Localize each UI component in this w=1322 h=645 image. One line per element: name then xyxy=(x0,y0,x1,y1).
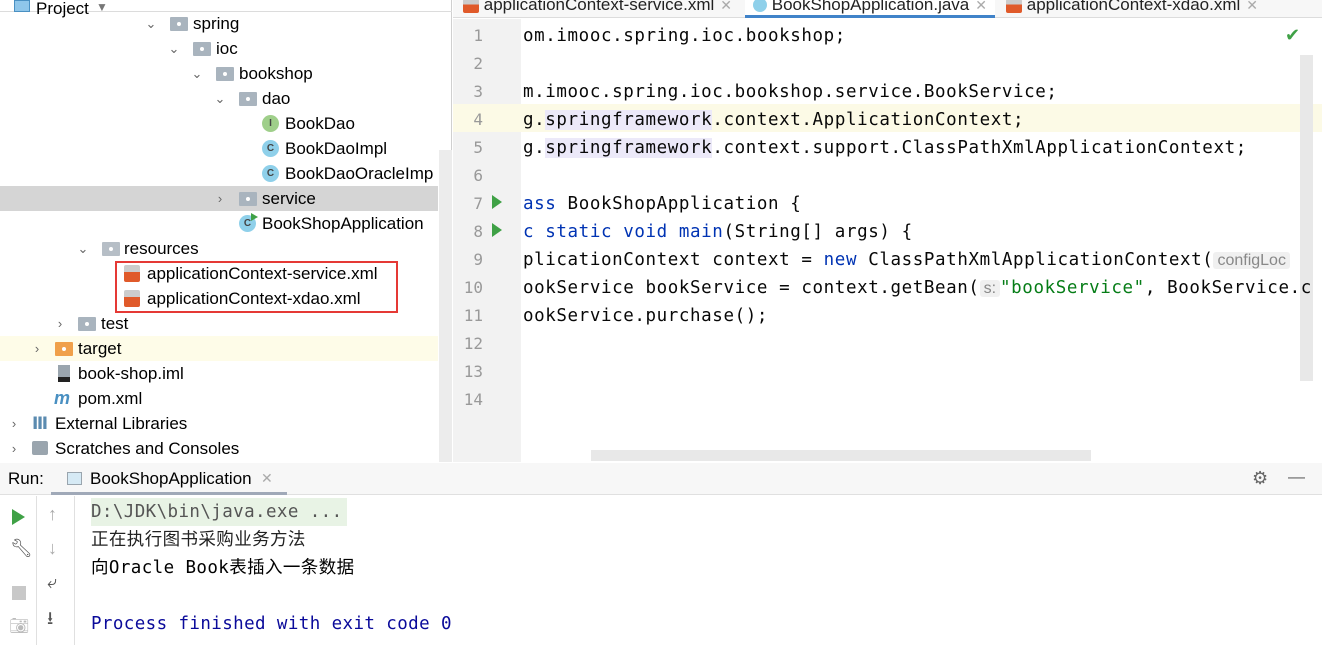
soft-wrap-icon[interactable]: ⤶ xyxy=(47,572,57,593)
tree-item-bookdaoimpl[interactable]: C BookDaoImpl xyxy=(0,136,438,161)
expand-all-icon[interactable]: ⇊ xyxy=(315,0,329,4)
line-number: 1 xyxy=(473,26,483,45)
interface-icon: I xyxy=(262,115,279,132)
line-number: 4 xyxy=(473,110,483,129)
tree-item-bookdao[interactable]: I BookDao xyxy=(0,111,438,136)
tree-item-bookshop[interactable]: ⌄ bookshop xyxy=(0,61,438,86)
parameter-hint: s: xyxy=(979,280,1001,297)
tab-applicationcontext-xdao-xml[interactable]: applicationContext-xdao.xml ✕ xyxy=(1006,0,1258,18)
close-icon[interactable]: ✕ xyxy=(261,470,273,487)
scroll-to-end-icon[interactable]: ⭳ xyxy=(47,606,53,636)
tab-applicationcontext-service-xml[interactable]: applicationContext-service.xml ✕ xyxy=(463,0,732,18)
maven-icon: m xyxy=(54,388,71,408)
tree-item-book-shop-iml[interactable]: book-shop.iml xyxy=(0,361,438,386)
tree-item-dao[interactable]: ⌄ dao xyxy=(0,86,438,111)
stop-icon[interactable] xyxy=(12,586,26,600)
wrench-icon[interactable]: 🔧︎ xyxy=(10,538,33,559)
editor-scrollbar[interactable] xyxy=(1300,55,1313,381)
code-line: plicationContext context = new ClassPath… xyxy=(523,246,1290,274)
line-number: 5 xyxy=(473,138,483,157)
gear-icon[interactable]: ⚙ xyxy=(392,0,407,4)
console-line: 向Oracle Book表插入一条数据 xyxy=(91,558,355,578)
class-icon: C xyxy=(262,165,279,182)
line-number: 9 xyxy=(473,250,483,269)
editor-horizontal-scrollbar[interactable] xyxy=(591,450,1091,461)
run-gutter-icon[interactable] xyxy=(492,195,502,209)
tree-item-test[interactable]: › test xyxy=(0,311,438,336)
code-line: g.springframework.context.support.ClassP… xyxy=(523,138,1247,158)
tree-item-pom-xml[interactable]: m pom.xml xyxy=(0,386,438,411)
run-tab[interactable]: BookShopApplication ✕ xyxy=(51,463,287,495)
close-icon[interactable]: ✕ xyxy=(720,0,732,13)
code-line: m.imooc.spring.ioc.bookshop.service.Book… xyxy=(523,82,1058,102)
rerun-icon[interactable] xyxy=(12,509,25,525)
scratches-icon xyxy=(32,441,48,455)
console-toolbar: ↑ ↓ ⤶ ⭳ xyxy=(38,496,75,645)
tab-bookshopapplication-java[interactable]: BookShopApplication.java ✕ xyxy=(745,0,995,18)
console-icon xyxy=(67,472,82,485)
minimize-icon[interactable]: — xyxy=(426,0,443,4)
code-line: g.springframework.context.ApplicationCon… xyxy=(523,110,1025,130)
close-icon[interactable]: ✕ xyxy=(1246,0,1258,13)
line-number: 2 xyxy=(473,54,483,73)
tree-item-bookdaooracleimp[interactable]: C BookDaoOracleImp xyxy=(0,161,438,186)
console-line: D:\JDK\bin\java.exe ... xyxy=(91,498,347,526)
editor-tabs: applicationContext-service.xml ✕ BookShop… xyxy=(453,0,1322,18)
console-line: 正在执行图书采购业务方法 xyxy=(91,530,306,550)
line-number: 11 xyxy=(463,306,483,325)
line-number: 6 xyxy=(473,166,483,185)
code-line: c static void main(String[] args) { xyxy=(523,222,913,242)
code-line: ass BookShopApplication { xyxy=(523,194,802,214)
close-icon[interactable]: ✕ xyxy=(975,0,987,13)
libraries-icon: Ⅲ xyxy=(32,414,49,433)
code-line: ookService.purchase(); xyxy=(523,306,768,326)
run-toolbar: 🔧︎ 📷︎ xyxy=(0,496,37,645)
minimize-icon[interactable]: — xyxy=(1288,467,1305,487)
tree-item-resources[interactable]: ⌄ resources xyxy=(0,236,438,261)
up-arrow-icon[interactable]: ↑ xyxy=(48,504,57,525)
line-number: 12 xyxy=(463,334,483,353)
tree-item-target[interactable]: › target xyxy=(0,336,438,361)
down-arrow-icon[interactable]: ↓ xyxy=(48,538,57,559)
line-number: 10 xyxy=(463,278,483,297)
class-icon xyxy=(753,0,767,12)
class-icon: C xyxy=(262,140,279,157)
tree-item-service[interactable]: › service xyxy=(0,186,438,211)
collapse-all-icon[interactable]: ⇈ xyxy=(348,0,362,4)
parameter-hint: configLoc xyxy=(1213,252,1290,269)
run-panel-header: Run: BookShopApplication ✕ ⚙ — xyxy=(0,463,1322,495)
tree-item-bookshopapplication[interactable]: C BookShopApplication xyxy=(0,211,438,236)
line-number: 3 xyxy=(473,82,483,101)
iml-file-icon xyxy=(58,365,70,382)
tree-item-scratches[interactable]: › Scratches and Consoles xyxy=(0,436,438,461)
highlight-box xyxy=(115,261,398,313)
run-label: Run: xyxy=(8,469,44,488)
code-line: ookService bookService = context.getBean… xyxy=(523,278,1312,298)
tree-item-spring[interactable]: ⌄ spring xyxy=(0,11,438,36)
tree-item-external-libraries[interactable]: › Ⅲ External Libraries xyxy=(0,411,438,436)
scrollbar[interactable] xyxy=(439,150,452,462)
tree-item-ioc[interactable]: ⌄ ioc xyxy=(0,36,438,61)
run-badge-icon xyxy=(251,213,258,221)
line-number: 13 xyxy=(463,362,483,381)
no-problems-check-icon[interactable]: ✔ xyxy=(1285,25,1300,46)
run-gutter-icon[interactable] xyxy=(492,223,502,237)
camera-icon[interactable]: 📷︎ xyxy=(9,616,29,636)
line-number: 7 xyxy=(473,194,483,213)
line-number: 14 xyxy=(463,390,483,409)
xml-file-icon xyxy=(1006,0,1022,13)
code-line: om.imooc.spring.ioc.bookshop; xyxy=(523,26,846,46)
xml-file-icon xyxy=(463,0,479,13)
line-number: 8 xyxy=(473,222,483,241)
gear-icon[interactable]: ⚙ xyxy=(1252,468,1268,489)
console-line: Process finished with exit code 0 xyxy=(91,614,452,634)
locate-icon[interactable]: ⊕ xyxy=(281,0,295,4)
